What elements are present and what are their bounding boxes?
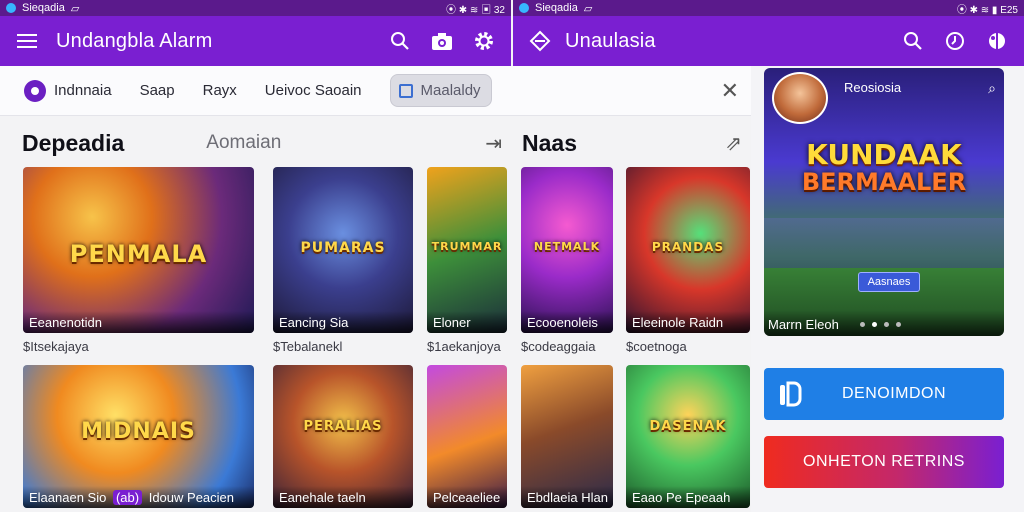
game-title: Eaao Pe Epeaah (626, 486, 750, 508)
game-logo: TRUMMAR (431, 240, 503, 254)
app-logo-icon (778, 381, 802, 407)
game-card[interactable]: DASENAK Eaao Pe Epeaah (626, 365, 750, 508)
chip-saap[interactable]: Saap (140, 82, 175, 99)
game-title: Pelceaeliee (427, 486, 507, 508)
section-header-naas: Naas ⇗ (522, 128, 742, 158)
settings-gear-icon[interactable] (471, 28, 497, 54)
right-status-bar: Sieqadia ▱ ⦿ ✱ ≋ ▮ E25 (513, 0, 1024, 16)
secondary-action-button[interactable]: ONHETON RETRINS (764, 436, 1004, 488)
hero-caption: Marrn Eleoh (768, 317, 839, 332)
game-card[interactable]: PENMALA Eeanenotidn (23, 167, 254, 333)
game-title: Elaanaen Sio (29, 490, 107, 505)
left-app-bar: Undangbla Alarm (0, 16, 511, 66)
game-title: Eloner (427, 311, 507, 333)
chip-label: Maalaldy (420, 82, 481, 99)
app-indicator-icon (6, 3, 16, 13)
game-card[interactable]: MIDNAIS Elaanaen Sio (ab) Idouw Peacien (23, 365, 254, 508)
badge: (ab) (112, 490, 143, 505)
search-icon[interactable] (900, 28, 926, 54)
game-logo: PUMARAS (300, 240, 386, 257)
game-title: Eleeinole Raidn (626, 311, 750, 333)
camera-icon[interactable] (429, 28, 455, 54)
region-icon (24, 79, 46, 102)
game-price: $1aekanjoya (427, 339, 501, 354)
search-icon[interactable] (387, 28, 413, 54)
game-logo: NETMALK (533, 240, 601, 254)
app-indicator-icon (519, 3, 529, 13)
status-icons: ⦿ ✱ ≋ ▮ E25 (956, 4, 1018, 16)
game-title: Eanehale taeln (273, 486, 413, 508)
app-title: Unaulasia (565, 29, 656, 52)
status-time: Sieqadia (535, 2, 578, 14)
category-chip-bar: Indnnaia Saap Rayx Ueivoc Saoain Maalald… (0, 66, 751, 116)
back-diamond-icon[interactable] (527, 28, 553, 54)
game-price: $coetnoga (626, 339, 687, 354)
game-title: Ecooenoleis (521, 311, 613, 333)
menu-icon[interactable] (14, 28, 40, 54)
game-title-row: Elaanaen Sio (ab) Idouw Peacien (23, 486, 254, 508)
game-price: $Tebalanekl (273, 339, 343, 354)
hero-tag: Reosiosia (844, 80, 902, 95)
game-card[interactable]: PUMARAS Eancing Sia (273, 167, 413, 333)
status-icons: ⦿ ✱ ≋ ▣ 32 (446, 4, 505, 16)
game-logo: PRANDAS (651, 240, 725, 255)
chip-maalaldy[interactable]: Maalaldy (389, 74, 492, 107)
game-logo: PERALIAS (303, 419, 383, 435)
section-title: Naas (522, 129, 577, 156)
game-card[interactable]: PERALIAS Eanehale taeln (273, 365, 413, 508)
game-card[interactable]: Pelceaeliee (427, 365, 507, 508)
hero-logo-line2: BERMAALER (801, 168, 967, 196)
section-arrow-icon[interactable]: ⇗ (725, 131, 742, 156)
cast-icon: ▱ (70, 2, 80, 15)
game-price: $codeaggaia (521, 339, 596, 354)
primary-action-button[interactable]: DENOIMDON (764, 368, 1004, 420)
button-label: DENOIMDON (841, 385, 947, 402)
window-icon (398, 83, 413, 98)
search-icon[interactable]: ⌕ (988, 80, 996, 97)
section-title: Depeadia (22, 129, 125, 156)
hero-banner[interactable]: Reosiosia ⌕ KUNDAAK BERMAALER Aasnaes Ma… (764, 68, 1004, 336)
clock-icon[interactable] (942, 28, 968, 54)
hero-logo-line1: KUNDAAK (806, 138, 962, 171)
chip-indonesia[interactable]: Indnnaia (24, 79, 112, 102)
avatar (772, 72, 828, 124)
palette-icon[interactable] (984, 28, 1010, 54)
carousel-dots[interactable] (860, 322, 901, 327)
game-title: Eancing Sia (273, 311, 413, 333)
section-header-depeadia: Depeadia Aomaian ⇥ (22, 128, 502, 158)
game-title: Eeanenotidn (23, 311, 254, 333)
chip-ueivoc[interactable]: Ueivoc Saoain (265, 82, 362, 99)
game-card[interactable]: Ebdlaeia Hlan (521, 365, 613, 508)
game-card[interactable]: TRUMMAR Eloner (427, 167, 507, 333)
game-card[interactable]: PRANDAS Eleeinole Raidn (626, 167, 750, 333)
game-title: Ebdlaeia Hlan (521, 486, 613, 508)
chip-rayx[interactable]: Rayx (203, 82, 237, 99)
app-title: Undangbla Alarm (56, 29, 213, 52)
section-arrow-icon[interactable]: ⇥ (485, 131, 502, 156)
left-status-bar: Sieqadia ▱ ⦿ ✱ ≋ ▣ 32 (0, 0, 511, 16)
hero-button[interactable]: Aasnaes (858, 272, 920, 292)
game-logo: DASENAK (649, 419, 727, 435)
close-icon[interactable]: ✕ (721, 78, 739, 104)
status-time: Sieqadia (22, 2, 65, 14)
cast-icon: ▱ (583, 2, 593, 15)
game-logo: PENMALA (69, 240, 208, 269)
game-price: $Itsekajaya (23, 339, 89, 354)
right-app-bar: Unaulasia (513, 16, 1024, 66)
game-logo: MIDNAIS (81, 419, 196, 445)
screen: Sieqadia ▱ ⦿ ✱ ≋ ▣ 32 Undangbla Alarm In… (0, 0, 1024, 512)
game-subtitle: Idouw Peacien (148, 490, 234, 505)
game-card[interactable]: NETMALK Ecooenoleis (521, 167, 613, 333)
chip-label: Indnnaia (54, 82, 112, 99)
section-subtitle[interactable]: Aomaian (206, 132, 281, 154)
